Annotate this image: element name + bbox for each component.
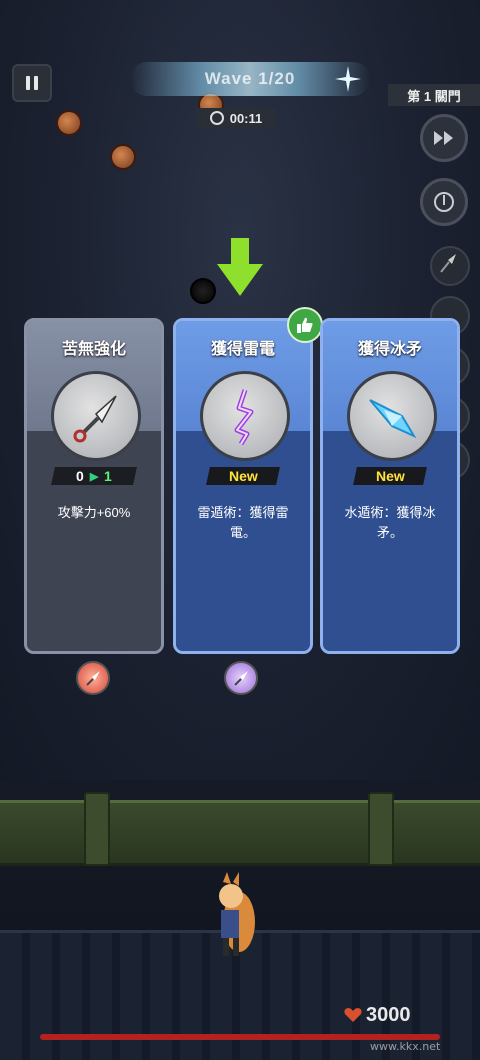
owned-skill-kunai [76,661,110,695]
fast-forward-button[interactable] [420,114,468,162]
recommend-arrow-icon [217,238,263,296]
owned-skill-kunai-alt [224,661,258,695]
timer-value: 00:11 [229,110,263,126]
card-title: 獲得冰矛 [357,341,422,358]
gold-counter: 3000 [344,1002,411,1028]
compass-icon [434,192,454,212]
card-title: 獲得雷電 [210,341,275,358]
pause-icon-bar [34,76,38,90]
watermark: www.kkx.net [370,1040,441,1053]
card-icon-frame [200,371,290,461]
heart-icon [344,1008,362,1022]
new-badge: New [353,467,427,485]
card-body [27,431,161,651]
lightning-icon [234,389,254,446]
card-description: 攻擊力+60% [57,505,131,520]
thumbs-up-icon [287,307,323,343]
enemy-sprite [56,110,82,136]
thumbs-up-glyph [297,317,313,333]
skill-card-kunai-upgrade[interactable]: 苦無強化 0 ▶ 1 攻擊力+60% [24,318,164,654]
wave-timer: 00:11 [196,108,276,128]
new-badge-text: New [228,468,258,484]
kunai-icon [86,671,100,686]
gold-value: 3000 [366,1003,411,1026]
ninja-hero-sprite [219,872,255,956]
new-badge: New [206,467,280,485]
fence-post [368,792,394,866]
kunai-icon [73,395,117,443]
new-badge-text: New [375,468,405,484]
kunai-icon [440,254,456,273]
card-icon-frame [51,371,141,461]
level-from: 0 [75,468,84,484]
card-icon-frame [347,371,437,461]
enemy-sprite [190,278,216,304]
clock-icon [209,111,224,125]
skill-card-ice-spear[interactable]: 獲得冰矛 New 水遁術：獲得冰矛。 [320,318,460,654]
enemy-sprite [110,144,136,170]
pause-icon [26,76,30,90]
kunai-icon [234,671,248,686]
skill-card-lightning[interactable]: 獲得雷電 New 雷遁術：獲得雷電。 [173,318,313,654]
level-to: 1 [104,468,113,484]
stage-label: 第 1 關門 [388,84,480,106]
lightning-spark-icon [335,66,361,92]
fast-forward-icon [434,131,453,145]
card-title: 苦無強化 [61,341,126,358]
card-description: 雷遁術：獲得雷電。 [197,505,289,540]
level-indicator: 0 ▶ 1 [51,467,137,485]
card-description: 水遁術：獲得冰矛。 [344,505,436,540]
wave-counter: Wave 1/20 [130,62,370,96]
ice-spear-icon [369,399,417,439]
pause-button[interactable] [12,64,52,102]
level-arrow-icon: ▶ [89,470,99,483]
bamboo-fence [0,800,480,866]
skill-slot[interactable] [430,246,470,286]
fence-post [84,792,110,866]
auto-skill-button[interactable] [420,178,468,226]
